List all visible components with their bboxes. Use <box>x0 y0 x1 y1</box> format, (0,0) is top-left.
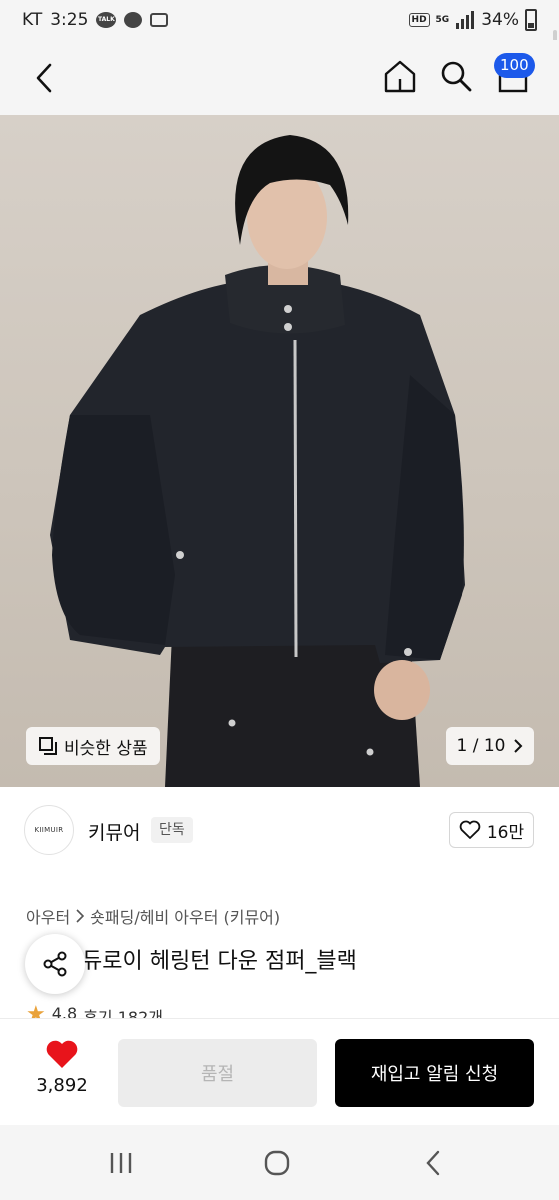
breadcrumb-item[interactable]: 숏패딩/헤비 아우터 (키뮤어) <box>90 904 280 928</box>
battery-percent: 34% <box>481 10 519 30</box>
heart-filled-icon <box>46 1040 78 1068</box>
face-icon <box>124 12 143 28</box>
page-indicator-text: 1 / 10 <box>456 736 506 756</box>
wishlist-count: 3,892 <box>36 1075 88 1096</box>
share-button[interactable] <box>25 934 85 994</box>
system-nav-bar <box>0 1125 559 1200</box>
chevron-left-icon <box>36 63 52 93</box>
similar-products-icon <box>39 737 57 755</box>
image-page-indicator[interactable]: 1 / 10 <box>446 727 534 765</box>
exclusive-tag: 단독 <box>151 817 193 843</box>
battery-icon <box>525 9 537 31</box>
recent-apps-button[interactable] <box>101 1143 141 1183</box>
back-arrow-icon <box>426 1150 440 1176</box>
chevron-right-icon <box>76 909 85 923</box>
similar-products-label: 비슷한 상품 <box>64 738 148 759</box>
signal-icon <box>455 11 475 29</box>
clock: 3:25 <box>50 10 89 30</box>
soldout-button: 품절 <box>118 1039 317 1107</box>
5g-icon: 5G <box>435 15 450 25</box>
home-nav-button[interactable] <box>257 1143 297 1183</box>
brand-like-button[interactable]: 16만 <box>449 812 534 848</box>
brand-name[interactable]: 키뮤어 <box>88 818 140 845</box>
back-button[interactable] <box>22 58 66 98</box>
brand-like-count: 16만 <box>486 822 525 843</box>
home-button[interactable] <box>380 56 420 96</box>
similar-products-button[interactable]: 비슷한 상품 <box>26 727 160 765</box>
home-circle-icon <box>264 1150 290 1176</box>
recent-apps-icon <box>110 1153 132 1173</box>
home-icon <box>384 60 416 93</box>
breadcrumb-item[interactable]: 아우터 <box>26 904 70 928</box>
chevron-right-icon <box>514 739 523 753</box>
product-photo <box>50 135 465 787</box>
search-button[interactable] <box>436 56 476 96</box>
wishlist-button[interactable]: 3,892 <box>26 1039 98 1096</box>
bottom-action-bar: 3,892 품절 재입고 알림 신청 <box>0 1018 559 1125</box>
breadcrumb: 아우터 숏패딩/헤비 아우터 (키뮤어) <box>26 904 280 928</box>
restock-alert-button[interactable]: 재입고 알림 신청 <box>335 1039 534 1107</box>
app-header: 100 <box>0 40 559 115</box>
carrier-label: KT <box>22 10 43 30</box>
status-bar: KT 3:25 TALK HD 5G 34% <box>0 0 559 40</box>
tv-icon <box>150 13 169 27</box>
brand-row: KIIMUIR 키뮤어 단독 16만 <box>0 787 559 877</box>
status-right: HD 5G 34% <box>408 9 537 31</box>
hd-icon: HD <box>408 13 430 27</box>
cart-count-badge: 100 <box>494 53 535 78</box>
share-icon <box>43 951 67 977</box>
brand-logo[interactable]: KIIMUIR <box>24 805 74 855</box>
search-icon <box>441 61 472 92</box>
kakaotalk-icon: TALK <box>96 12 117 28</box>
status-left: KT 3:25 TALK <box>22 10 169 30</box>
product-image-carousel[interactable]: 비슷한 상품 1 / 10 <box>0 115 559 787</box>
heart-outline-icon <box>459 820 481 839</box>
back-nav-button[interactable] <box>413 1143 453 1183</box>
